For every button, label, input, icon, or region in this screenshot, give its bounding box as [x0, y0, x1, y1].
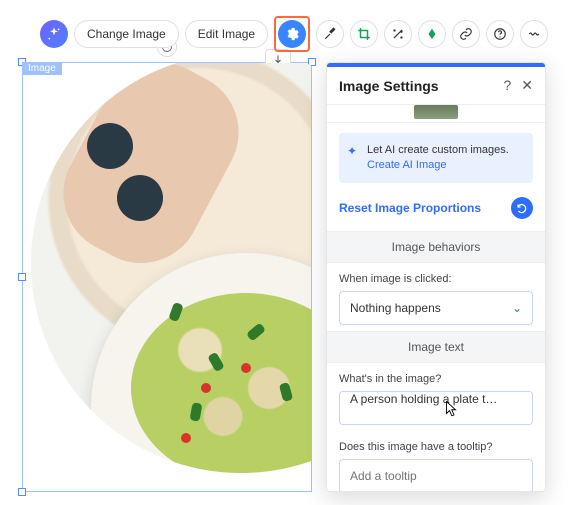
sparkle-icon: ✦ [347, 143, 357, 159]
section-image-text: Image text [327, 331, 545, 363]
edit-image-button[interactable]: Edit Image [185, 20, 268, 48]
click-behavior-label: When image is clicked: [339, 273, 533, 285]
filters-icon[interactable] [316, 20, 344, 48]
link-icon[interactable] [452, 20, 480, 48]
click-behavior-select[interactable]: Nothing happens ⌄ [339, 291, 533, 325]
panel-header: Image Settings ? ✕ [327, 67, 545, 105]
chevron-down-icon: ⌄ [512, 301, 522, 315]
click-behavior-value: Nothing happens [350, 301, 441, 315]
section-image-behaviors: Image behaviors [327, 231, 545, 263]
image-thumbnail-strip [327, 105, 545, 123]
reset-proportions-link[interactable]: Reset Image Proportions [339, 201, 481, 215]
crop-icon[interactable] [350, 20, 378, 48]
panel-help-icon[interactable]: ? [503, 77, 511, 94]
stretch-icon[interactable] [520, 20, 548, 48]
canvas-image[interactable] [23, 63, 311, 491]
alt-text-label: What's in the image? [339, 373, 533, 385]
ai-create-banner: ✦ Let AI create custom images. Create AI… [339, 133, 533, 183]
create-ai-image-link[interactable]: Create AI Image [367, 159, 447, 171]
help-icon[interactable] [486, 20, 514, 48]
reset-proportions-button[interactable] [511, 197, 533, 219]
change-image-button[interactable]: Change Image [74, 20, 179, 48]
magic-icon[interactable] [384, 20, 412, 48]
alt-text-input[interactable]: A person holding a plate t… [339, 391, 533, 425]
tooltip-input[interactable] [339, 459, 533, 491]
settings-button-highlighted [274, 16, 310, 52]
panel-close-icon[interactable]: ✕ [521, 77, 533, 94]
image-selection-frame[interactable]: Image [22, 62, 312, 492]
ai-banner-text: Let AI create custom images. [367, 144, 509, 156]
ai-sparkle-button[interactable] [40, 20, 68, 48]
animation-icon[interactable] [418, 20, 446, 48]
image-toolbar: Change Image Edit Image [40, 16, 548, 52]
image-settings-panel: Image Settings ? ✕ ✦ Let AI create custo… [326, 62, 546, 492]
panel-title: Image Settings [339, 78, 439, 94]
settings-button[interactable] [278, 20, 306, 48]
tooltip-label: Does this image have a tooltip? [339, 441, 533, 453]
